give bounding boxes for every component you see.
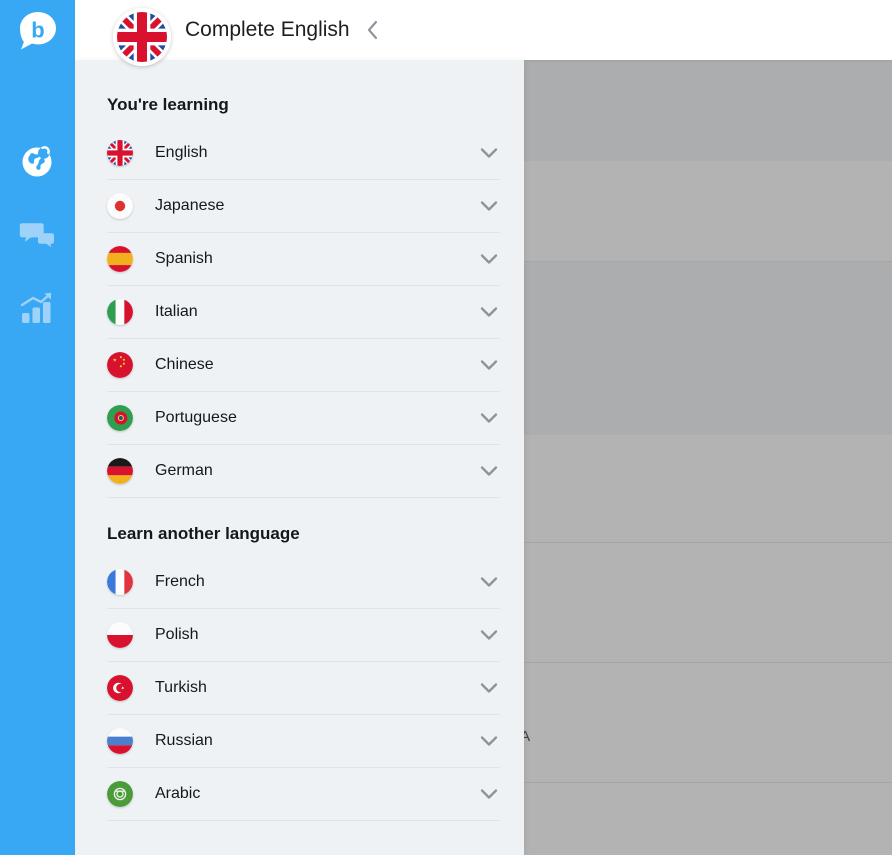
language-item-russian[interactable]: Russian <box>107 715 500 768</box>
chevron-down-icon[interactable] <box>478 306 500 318</box>
chat-bubbles-icon <box>19 223 54 248</box>
sidebar-item-community[interactable] <box>17 215 57 255</box>
svg-text:b: b <box>31 18 44 43</box>
chevron-down-icon[interactable] <box>478 200 500 212</box>
language-item-spanish[interactable]: Spanish <box>107 233 500 286</box>
language-label: English <box>155 144 208 161</box>
app-root: Beginner A1 - 0% Lesson 1: Hello! Greeti… <box>0 0 892 855</box>
chevron-down-icon[interactable] <box>478 735 500 747</box>
language-label: French <box>155 573 205 590</box>
sidebar-item-learn[interactable] <box>17 142 57 182</box>
language-item-arabic[interactable]: Arabic <box>107 768 500 821</box>
language-item-german[interactable]: German <box>107 445 500 498</box>
section-title-youre-learning: You're learning <box>107 95 229 114</box>
flag-es-icon <box>107 246 133 272</box>
flag-de-icon <box>107 458 133 484</box>
flag-ar-icon <box>107 781 133 807</box>
chevron-down-icon[interactable] <box>478 465 500 477</box>
flag-tr-icon <box>107 675 133 701</box>
bar-chart-icon <box>20 292 52 323</box>
language-item-polish[interactable]: Polish <box>107 609 500 662</box>
chevron-down-icon[interactable] <box>478 788 500 800</box>
busuu-speech-bubble-b-logo: b <box>19 12 56 50</box>
flag-pl-icon <box>107 622 133 648</box>
language-label: Portuguese <box>155 409 237 426</box>
chevron-down-icon[interactable] <box>478 359 500 371</box>
language-item-english[interactable]: English <box>107 127 500 180</box>
flag-ru-icon <box>107 728 133 754</box>
flag-it-icon <box>107 299 133 325</box>
flag-jp-icon <box>107 193 133 219</box>
current-course-flag[interactable] <box>113 8 171 66</box>
nav-rail: b <box>0 0 75 855</box>
language-item-french[interactable]: French <box>107 556 500 609</box>
chevron-down-icon[interactable] <box>478 253 500 265</box>
language-label: Arabic <box>155 785 201 802</box>
language-item-portuguese[interactable]: Portuguese <box>107 392 500 445</box>
flag-united-kingdom <box>117 12 167 62</box>
flag-cn-icon <box>107 352 133 378</box>
collapse-panel-button[interactable] <box>365 19 380 41</box>
language-item-turkish[interactable]: Turkish <box>107 662 500 715</box>
language-label: Japanese <box>155 197 225 214</box>
chevron-down-icon[interactable] <box>478 412 500 424</box>
language-item-japanese[interactable]: Japanese <box>107 180 500 233</box>
language-label: Italian <box>155 303 198 320</box>
busuu-logo-button[interactable]: b <box>16 10 60 54</box>
language-list-available: French Polish Turkish Russian Arabic <box>75 556 524 821</box>
chevron-down-icon[interactable] <box>478 147 500 159</box>
section-title-learn-another: Learn another language <box>107 524 300 543</box>
globe-icon <box>22 146 52 177</box>
chevron-down-icon[interactable] <box>478 576 500 588</box>
language-item-italian[interactable]: Italian <box>107 286 500 339</box>
language-list-learning: English Japanese Spanish Italian Chinese… <box>75 127 524 498</box>
language-label: Polish <box>155 626 199 643</box>
page-title: Complete English <box>185 18 350 41</box>
chevron-left-icon <box>367 20 377 40</box>
language-label: Chinese <box>155 356 214 373</box>
language-label: Spanish <box>155 250 213 267</box>
language-item-chinese[interactable]: Chinese <box>107 339 500 392</box>
flag-fr-icon <box>107 569 133 595</box>
top-bar: Complete English <box>75 0 892 60</box>
chevron-down-icon[interactable] <box>478 682 500 694</box>
sidebar-item-progress[interactable] <box>17 288 57 328</box>
chevron-down-icon[interactable] <box>478 629 500 641</box>
flag-pt-icon <box>107 405 133 431</box>
language-label: Russian <box>155 732 213 749</box>
language-selector-panel: You're learning English Japanese Spanish… <box>75 60 524 855</box>
language-label: Turkish <box>155 679 207 696</box>
language-label: German <box>155 462 213 479</box>
flag-gb-icon <box>107 140 133 166</box>
